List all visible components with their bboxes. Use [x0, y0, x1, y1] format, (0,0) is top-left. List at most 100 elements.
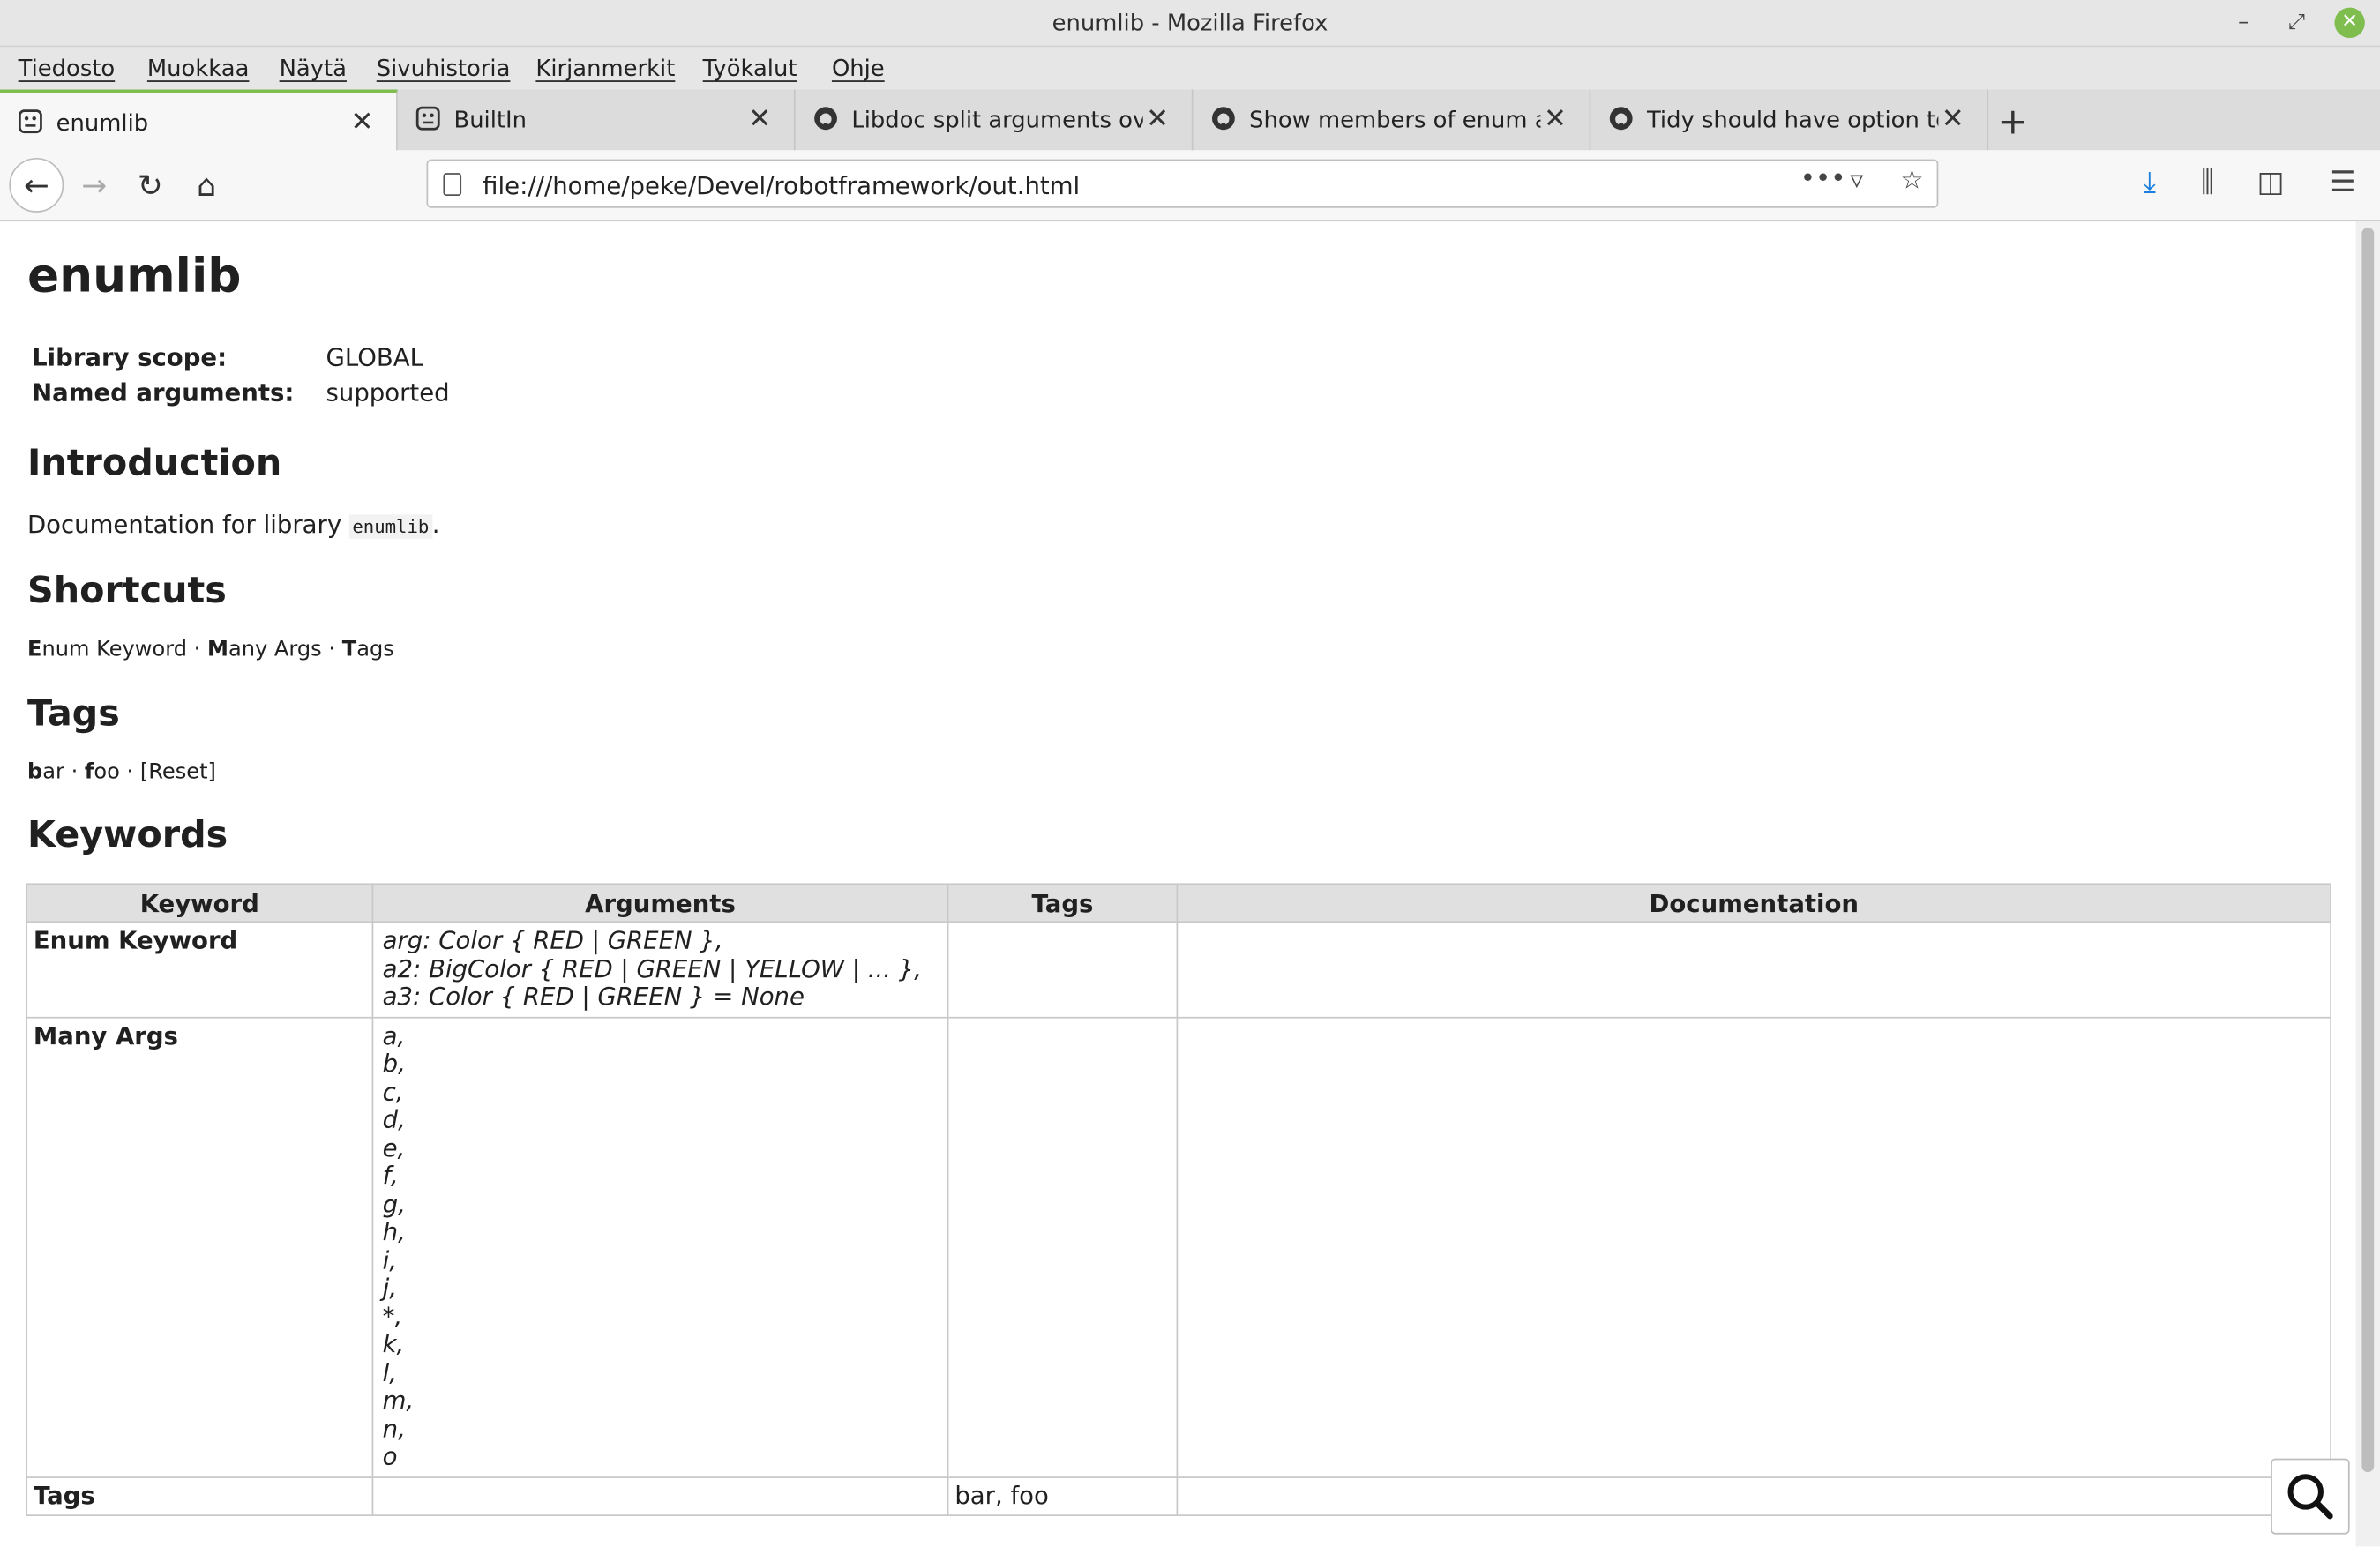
argument: a,: [382, 1020, 406, 1050]
keywords-table: Keyword Arguments Tags Documentation Enu…: [26, 883, 2331, 1516]
pocket-icon[interactable]: ▿: [1851, 166, 1864, 196]
window-titlebar: enumlib - Mozilla Firefox – ⤢ ✕: [0, 0, 2380, 48]
close-tab-icon[interactable]: ✕: [1146, 103, 1169, 135]
back-arrow-icon[interactable]: ←: [9, 157, 64, 213]
argument: c,: [382, 1076, 404, 1106]
keyword-tags: bar, foo: [947, 1476, 1179, 1516]
introduction-text: Documentation for library enumlib.: [27, 510, 440, 539]
page-title: enumlib: [26, 249, 242, 304]
menu-item-history[interactable]: Sivuhistoria: [377, 55, 511, 82]
tag-initial: f: [84, 760, 94, 785]
argument: j,: [382, 1273, 398, 1303]
keyword-name: Enum Keyword: [26, 921, 374, 1018]
shortcut-rest: num Keyword: [41, 637, 188, 662]
github-icon: [1211, 107, 1235, 131]
keyword-arguments: [371, 1476, 949, 1516]
tab-builtin[interactable]: BuiltIn ✕: [398, 89, 796, 151]
meta-label: Library scope:: [32, 342, 228, 372]
url-input[interactable]: [479, 167, 1731, 204]
close-window-icon[interactable]: ✕: [2334, 7, 2365, 39]
url-bar[interactable]: ••• ▿ ☆: [426, 159, 1939, 208]
tag-foo[interactable]: foo: [85, 760, 120, 785]
column-header-tags[interactable]: Tags: [947, 883, 1179, 923]
download-icon[interactable]: ⤓: [2144, 166, 2156, 199]
argument: arg: Color { RED | GREEN },: [382, 925, 723, 955]
separator: ·: [119, 760, 140, 785]
argument: e,: [382, 1132, 406, 1162]
menu-item-edit[interactable]: Muokkaa: [147, 55, 250, 82]
bookmark-star-icon[interactable]: ☆: [1900, 166, 1923, 196]
tag-rest: ar: [42, 760, 64, 785]
sidebar-icon[interactable]: ◫: [2257, 166, 2285, 199]
robot-icon: [18, 109, 42, 134]
tab-enumlib[interactable]: enumlib ✕: [0, 89, 398, 151]
library-icon[interactable]: ⫼: [2201, 166, 2214, 199]
meta-value: GLOBAL: [326, 342, 423, 372]
tag-bar[interactable]: bar: [27, 760, 64, 785]
table-row: Tags bar, foo: [26, 1476, 2331, 1516]
tab-tidy-issue[interactable]: Tidy should have option to ✕: [1590, 89, 1989, 151]
close-tab-icon[interactable]: ✕: [1942, 103, 1965, 135]
column-header-documentation[interactable]: Documentation: [1176, 883, 2331, 923]
argument: m,: [382, 1385, 415, 1415]
menu-item-tools[interactable]: Työkalut: [703, 55, 797, 82]
menu-item-help[interactable]: Ohje: [832, 55, 885, 82]
tags-list: bar · foo · [Reset]: [27, 760, 216, 785]
reload-icon[interactable]: ↻: [129, 164, 171, 206]
more-actions-icon[interactable]: •••: [1800, 164, 1846, 194]
forward-arrow-icon[interactable]: →: [73, 164, 116, 206]
keyword-tags: [947, 921, 1179, 1018]
github-icon: [1609, 107, 1633, 131]
argument: l,: [382, 1357, 398, 1386]
shortcut-many-args[interactable]: Many Args: [207, 638, 322, 662]
close-tab-icon[interactable]: ✕: [1544, 103, 1567, 135]
page-content: enumlib Library scope: GLOBAL Named argu…: [0, 221, 2356, 1547]
menu-bar: Tiedosto Muokkaa Näytä Sivuhistoria Kirj…: [0, 47, 2380, 90]
column-header-keyword[interactable]: Keyword: [26, 883, 374, 923]
hamburger-menu-icon[interactable]: ☰: [2330, 166, 2355, 199]
restore-icon[interactable]: ⤢: [2281, 8, 2311, 38]
menu-item-file[interactable]: Tiedosto: [19, 55, 116, 82]
menu-item-view[interactable]: Näytä: [280, 55, 347, 82]
shortcut-tags[interactable]: Tags: [342, 638, 394, 662]
tag-reset-link[interactable]: [Reset]: [140, 760, 216, 785]
tab-libdoc-issue[interactable]: Libdoc split arguments over ✕: [796, 89, 1194, 151]
argument: d,: [382, 1104, 406, 1134]
window-title: enumlib - Mozilla Firefox: [1052, 9, 1328, 37]
minimize-icon[interactable]: –: [2228, 8, 2258, 38]
argument: n,: [382, 1413, 406, 1443]
keyword-documentation: [1176, 1016, 2331, 1478]
table-row: Enum Keyword arg: Color { RED | GREEN },…: [26, 921, 2331, 1018]
intro-punct: .: [431, 510, 440, 539]
separator: ·: [64, 760, 85, 785]
intro-text: Documentation for library: [26, 510, 349, 539]
tab-enum-members-issue[interactable]: Show members of enum arg ✕: [1193, 89, 1591, 151]
tab-label: BuiltIn: [453, 106, 528, 134]
scrollbar[interactable]: [2355, 221, 2380, 1547]
argument: h,: [382, 1217, 406, 1246]
argument: a2: BigColor { RED | GREEN | YELLOW | ..…: [382, 953, 923, 983]
argument: g,: [382, 1189, 406, 1218]
argument: b,: [382, 1049, 406, 1078]
keyword-name: Many Args: [26, 1016, 374, 1478]
shortcut-enum-keyword[interactable]: Enum Keyword: [27, 638, 187, 662]
scrollbar-thumb[interactable]: [2361, 228, 2375, 1473]
argument: a3: Color { RED | GREEN } = None: [382, 982, 805, 1011]
tags-heading: Tags: [26, 691, 120, 735]
close-tab-icon[interactable]: ✕: [350, 106, 373, 138]
new-tab-icon[interactable]: +: [1997, 101, 2028, 143]
menu-item-bookmarks[interactable]: Kirjanmerkit: [535, 55, 675, 82]
home-icon[interactable]: ⌂: [185, 164, 228, 206]
column-header-arguments[interactable]: Arguments: [371, 883, 949, 923]
shortcut-initial: T: [341, 637, 357, 662]
keywords-heading: Keywords: [26, 813, 228, 856]
robot-icon: [415, 106, 440, 131]
search-button[interactable]: [2271, 1458, 2350, 1535]
close-tab-icon[interactable]: ✕: [748, 103, 771, 135]
keyword-tags: [947, 1016, 1179, 1478]
tab-label: Libdoc split arguments over: [851, 106, 1143, 134]
tab-label: Tidy should have option to: [1646, 106, 1939, 134]
shortcut-initial: M: [207, 637, 228, 662]
shortcuts-list: Enum Keyword · Many Args · Tags: [27, 638, 394, 662]
argument: f,: [382, 1161, 399, 1191]
